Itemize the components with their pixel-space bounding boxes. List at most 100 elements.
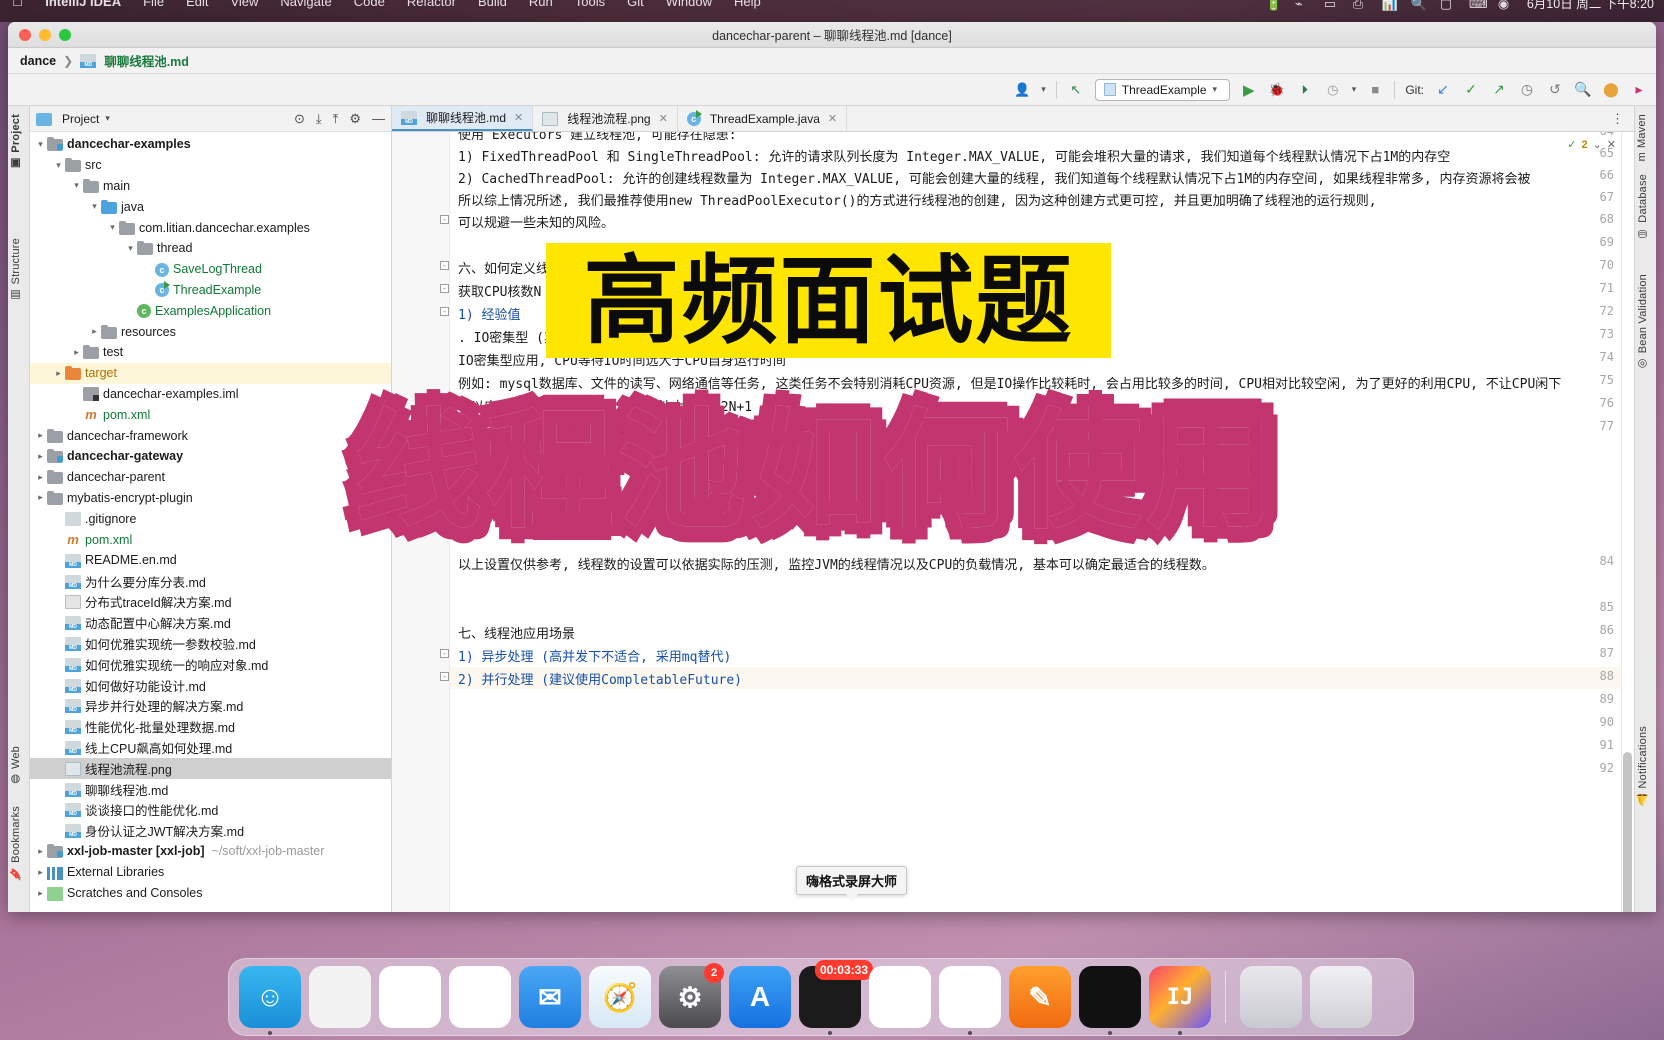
chevron-down-icon[interactable]: ▾ bbox=[1041, 84, 1046, 95]
chrome-icon[interactable] bbox=[939, 966, 1001, 1035]
sidebar-item-notifications[interactable]: 🔔Notifications bbox=[1636, 726, 1649, 806]
tree-row[interactable]: target bbox=[30, 362, 391, 384]
tree-row[interactable]: c ExamplesApplication bbox=[30, 300, 391, 321]
tree-row[interactable]: External Libraries bbox=[30, 862, 391, 883]
screen-recorder-icon[interactable]: 00:03:33 bbox=[799, 960, 873, 1035]
tree-row[interactable]: thread bbox=[30, 238, 391, 259]
sidebar-item-structure[interactable]: ▤Structure bbox=[9, 238, 22, 302]
launchpad-icon[interactable] bbox=[309, 966, 371, 1028]
sidebar-item-database[interactable]: ⛁Database bbox=[1636, 174, 1649, 240]
finder-icon[interactable]: ☺ bbox=[239, 966, 301, 1035]
tree-toggle-icon[interactable] bbox=[34, 888, 47, 899]
input-source-icon[interactable]: ⌨ bbox=[1469, 0, 1488, 11]
stop-icon[interactable]: ■ bbox=[1366, 81, 1384, 99]
code-fold-icon[interactable]: - bbox=[440, 215, 449, 224]
back-arrow-icon[interactable]: ↖ bbox=[1067, 81, 1085, 99]
control-center-icon[interactable]: ▢ bbox=[1440, 0, 1455, 11]
settings-icon[interactable]: ⬤ bbox=[1602, 81, 1620, 99]
inspection-widget[interactable]: ✓ 2 ⌄ ✕ bbox=[1567, 138, 1616, 152]
sidebar-item-maven[interactable]: mMaven bbox=[1636, 114, 1648, 161]
tree-row[interactable]: 如何做好功能设计.md bbox=[30, 675, 391, 696]
tree-toggle-icon[interactable] bbox=[124, 243, 137, 254]
battery-icon[interactable]: 🔋 bbox=[1266, 0, 1282, 11]
tree-toggle-icon[interactable] bbox=[70, 180, 83, 191]
menu-item-refactor[interactable]: Refactor bbox=[407, 0, 456, 9]
menu-item-navigate[interactable]: Navigate bbox=[280, 0, 331, 9]
tree-row[interactable]: c ThreadExample bbox=[30, 280, 391, 301]
search-icon[interactable]: 🔍 bbox=[1411, 0, 1427, 11]
display-icon[interactable]: ▭ bbox=[1324, 0, 1339, 11]
tree-row[interactable]: com.litian.dancechar.examples bbox=[30, 217, 391, 238]
search-everywhere-icon[interactable]: 🔍 bbox=[1574, 81, 1592, 99]
sidebar-item-bookmarks[interactable]: 🔖Bookmarks bbox=[9, 806, 22, 880]
menu-item-git[interactable]: Git bbox=[627, 0, 644, 9]
tree-row[interactable]: 如何优雅实现统一的响应对象.md bbox=[30, 654, 391, 675]
menu-item-edit[interactable]: Edit bbox=[186, 0, 208, 9]
menu-item-help[interactable]: Help bbox=[734, 0, 761, 9]
close-icon[interactable]: ✕ bbox=[1607, 138, 1616, 151]
tree-row[interactable]: Scratches and Consoles bbox=[30, 883, 391, 904]
menu-item-run[interactable]: Run bbox=[529, 0, 553, 9]
tree-row[interactable]: 异步并行处理的解决方案.md bbox=[30, 696, 391, 717]
tree-row[interactable]: c SaveLogThread bbox=[30, 259, 391, 280]
tree-row[interactable]: 聊聊线程池.md bbox=[30, 779, 391, 800]
tree-row[interactable]: 线上CPU飙高如何处理.md bbox=[30, 737, 391, 758]
close-icon[interactable]: ✕ bbox=[514, 111, 523, 124]
collapse-all-icon[interactable]: ⤒ bbox=[333, 111, 339, 127]
tree-row[interactable]: 谈谈接口的性能优化.md bbox=[30, 800, 391, 821]
tree-toggle-icon[interactable] bbox=[34, 472, 47, 483]
code-fold-icon[interactable]: - bbox=[440, 261, 449, 270]
undo-icon[interactable]: ↺ bbox=[1546, 81, 1564, 99]
mail-icon[interactable]: ✉ bbox=[519, 966, 581, 1028]
reminders-icon[interactable] bbox=[379, 966, 441, 1028]
iterm-icon[interactable] bbox=[1079, 966, 1141, 1035]
more-icon[interactable]: ▸ bbox=[1630, 81, 1648, 99]
breadcrumb-root[interactable]: dance bbox=[20, 54, 56, 68]
expand-all-icon[interactable]: ⤓ bbox=[316, 111, 322, 127]
close-icon[interactable]: ✕ bbox=[828, 112, 837, 125]
menu-item-window[interactable]: Window bbox=[666, 0, 712, 9]
history-icon[interactable]: ◷ bbox=[1518, 81, 1536, 99]
menu-item-intellij-idea[interactable]: IntelliJ IDEA bbox=[45, 0, 121, 9]
editor-tab[interactable]: 线程池流程.png ✕ bbox=[533, 106, 678, 131]
tree-row[interactable]: main bbox=[30, 176, 391, 197]
chevron-down-icon[interactable]: ⌄ bbox=[1593, 138, 1602, 151]
code-fold-icon[interactable]: - bbox=[440, 649, 449, 658]
more-tabs-icon[interactable]: ⋮ bbox=[1601, 106, 1634, 131]
tree-toggle-icon[interactable] bbox=[34, 451, 47, 462]
tree-toggle-icon[interactable] bbox=[88, 201, 101, 212]
sidebar-item-project[interactable]: ▣Project bbox=[9, 114, 22, 170]
code-fold-icon[interactable]: - bbox=[440, 672, 449, 681]
sidebar-item-web[interactable]: ◍Web bbox=[9, 746, 22, 786]
menu-item-file[interactable]: File bbox=[143, 0, 164, 9]
breadcrumb-file[interactable]: 聊聊线程池.md bbox=[104, 51, 189, 70]
menu-item-view[interactable]: View bbox=[230, 0, 258, 9]
downloads-stack-icon[interactable] bbox=[1240, 966, 1302, 1028]
rabbit-app-icon[interactable] bbox=[869, 966, 931, 1028]
debug-icon[interactable]: 🐞 bbox=[1268, 81, 1286, 99]
code-fold-icon[interactable]: - bbox=[440, 284, 449, 293]
tree-toggle-icon[interactable] bbox=[34, 492, 47, 503]
chevron-down-icon[interactable]: ▾ bbox=[1352, 84, 1357, 95]
run-icon[interactable]: ▶ bbox=[1240, 81, 1258, 99]
tree-row[interactable]: dancechar-examples bbox=[30, 134, 391, 155]
editor-tab[interactable]: c ThreadExample.java ✕ bbox=[678, 106, 848, 131]
tree-row[interactable]: 分布式traceId解决方案.md bbox=[30, 592, 391, 613]
tree-row[interactable]: 动态配置中心解决方案.md bbox=[30, 612, 391, 633]
push-icon[interactable]: ↗ bbox=[1490, 81, 1508, 99]
intellij-idea-icon[interactable]: IJ bbox=[1149, 966, 1211, 1035]
tree-toggle-icon[interactable] bbox=[34, 139, 47, 150]
editor-tab[interactable]: 聊聊线程池.md ✕ bbox=[392, 106, 534, 131]
tree-row[interactable]: resources bbox=[30, 321, 391, 342]
app-store-icon[interactable]: A bbox=[729, 966, 791, 1028]
notes-icon[interactable]: ✎ bbox=[1009, 966, 1071, 1028]
tree-row[interactable]: xxl-job-master [xxl-job] ~/soft/xxl-job-m… bbox=[30, 841, 391, 862]
tree-toggle-icon[interactable] bbox=[52, 368, 65, 379]
user-icon[interactable]: 👤 bbox=[1013, 81, 1031, 99]
tree-toggle-icon[interactable] bbox=[34, 846, 47, 857]
bluetooth-icon[interactable]: ⌁ bbox=[1295, 0, 1310, 11]
tree-row[interactable]: 性能优化-批量处理数据.md bbox=[30, 716, 391, 737]
tree-toggle-icon[interactable] bbox=[70, 347, 83, 358]
run-with-coverage-icon[interactable]: ⏵ bbox=[1296, 81, 1314, 99]
trash-icon[interactable] bbox=[1310, 966, 1372, 1028]
